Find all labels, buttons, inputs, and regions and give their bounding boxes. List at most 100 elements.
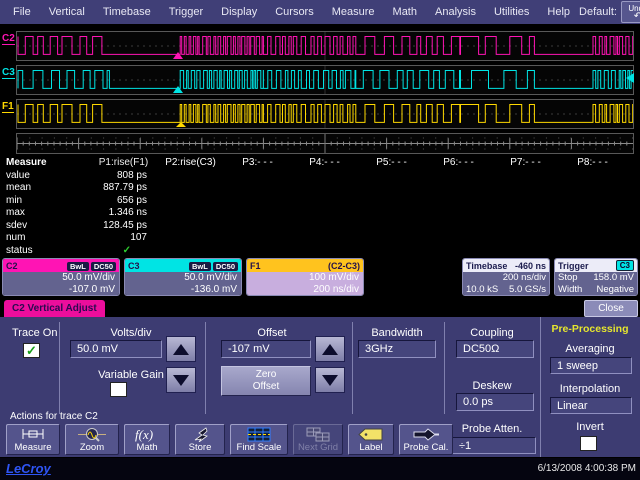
timebase-scale: 200 ns/div <box>466 272 546 284</box>
trace-on-checkbox[interactable]: ✓ <box>23 343 40 358</box>
measure-empty-cell <box>157 207 224 220</box>
measure-row-label: max <box>6 207 90 220</box>
averaging-field[interactable]: 1 sweep <box>550 357 632 374</box>
measure-p1-status: ✓ <box>90 245 157 258</box>
volts-div-field[interactable]: 50.0 mV <box>70 340 162 358</box>
f1-name: F1 <box>250 261 261 271</box>
menu-vertical[interactable]: Vertical <box>40 6 94 18</box>
volts-div-increase-button[interactable] <box>166 336 196 362</box>
menu-trigger[interactable]: Trigger <box>160 6 212 18</box>
measure-empty-cell <box>559 232 626 245</box>
measure-button[interactable]: Measure <box>6 424 60 455</box>
coupling-field[interactable]: DC50Ω <box>456 340 534 358</box>
measure-col-header-p3: P3:- - - <box>224 157 291 170</box>
c2-header: C2 BwLDC50 <box>3 259 119 272</box>
interpolation-field[interactable]: Linear <box>550 397 632 414</box>
invert-checkbox[interactable] <box>580 436 597 451</box>
channel-descriptor-c2[interactable]: C2 BwLDC50 50.0 mV/div -107.0 mV <box>2 258 120 296</box>
waveform-strip-c2[interactable] <box>16 31 634 61</box>
measure-empty-cell <box>559 195 626 208</box>
deskew-field[interactable]: 0.0 ps <box>456 393 534 411</box>
f1-body: 100 mV/div 200 ns/div <box>247 272 363 295</box>
measure-empty-cell <box>358 195 425 208</box>
c2-badge-dc50: DC50 <box>91 262 116 271</box>
menu-display[interactable]: Display <box>212 6 266 18</box>
channel-descriptor-c3[interactable]: C3 BwLDC50 50.0 mV/div -136.0 mV <box>124 258 242 296</box>
menu-analysis[interactable]: Analysis <box>426 6 485 18</box>
channel-label-f1: F1 <box>2 102 14 113</box>
trace-descriptor-f1[interactable]: F1 (C2-C3) 100 mV/div 200 ns/div <box>246 258 364 296</box>
probe-atten-field[interactable]: ÷1 <box>452 437 536 454</box>
menu-cursors[interactable]: Cursors <box>266 6 323 18</box>
trigger-level-marker-icon[interactable] <box>626 73 634 83</box>
menu-math[interactable]: Math <box>384 6 426 18</box>
trigger-title: Trigger <box>558 261 589 271</box>
menu-timebase[interactable]: Timebase <box>94 6 160 18</box>
menu-file[interactable]: File <box>4 6 40 18</box>
offset-field[interactable]: -107 mV <box>221 340 311 358</box>
action-button-label: Probe Cal. <box>404 442 449 453</box>
c3-scale: 50.0 mV/div <box>129 272 237 284</box>
invert-label: Invert <box>542 421 638 433</box>
timebase-rate: 5.0 GS/s <box>509 284 546 296</box>
measure-col-header-p2: P2:rise(C3) <box>157 157 224 170</box>
find-scale-icon <box>247 426 271 442</box>
c3-name: C3 <box>128 261 140 271</box>
measure-empty-cell <box>425 195 492 208</box>
trigger-descriptor[interactable]: Trigger C3 Stop 158.0 mV Width Negative <box>554 258 638 296</box>
store-button[interactable]: Store <box>175 424 225 455</box>
trace-on-label: Trace On <box>12 327 57 339</box>
c2-offset: -107.0 mV <box>7 284 115 296</box>
tab-c2-vertical-adjust[interactable]: C2 Vertical Adjust <box>4 300 105 317</box>
measure-p1-sdev: 128.45 ps <box>90 220 157 233</box>
timebase-descriptor[interactable]: Timebase -460 ns 200 ns/div 10.0 kS 5.0 … <box>462 258 550 296</box>
zero-offset-button[interactable]: Zero Offset <box>221 366 311 396</box>
c3-offset: -136.0 mV <box>129 284 237 296</box>
trigger-type: Width <box>558 284 582 296</box>
f1-header: F1 (C2-C3) <box>247 259 363 272</box>
menu-help[interactable]: Help <box>538 6 579 18</box>
measure-col-header-p1: P1:rise(F1) <box>90 157 157 170</box>
up-arrow-icon <box>322 344 338 355</box>
math-button[interactable]: f(x)Math <box>124 424 170 455</box>
undo-button[interactable]: Undo ↶ <box>621 1 640 23</box>
measure-row-label: value <box>6 170 90 183</box>
find-scale-button[interactable]: Find Scale <box>230 424 288 455</box>
bandwidth-field[interactable]: 3GHz <box>358 340 436 358</box>
waveform-strip-f1[interactable] <box>16 99 634 129</box>
measure-empty-cell <box>358 232 425 245</box>
channel-label-c3: C3 <box>2 68 15 79</box>
trigger-time-marker-icon[interactable] <box>176 122 186 127</box>
offset-decrease-button[interactable] <box>315 367 345 393</box>
menu-measure[interactable]: Measure <box>323 6 384 18</box>
next-grid-button: Next Grid <box>293 424 343 455</box>
measure-row-label: mean <box>6 182 90 195</box>
variable-gain-checkbox[interactable] <box>110 382 127 397</box>
offset-increase-button[interactable] <box>315 336 345 362</box>
measure-row-label: min <box>6 195 90 208</box>
trigger-time-marker-icon[interactable] <box>173 52 183 59</box>
probe-cal-button[interactable]: Probe Cal. <box>399 424 453 455</box>
volts-div-decrease-button[interactable] <box>166 367 196 393</box>
next-grid-icon <box>306 426 330 442</box>
down-arrow-icon <box>322 375 338 386</box>
measure-empty-cell <box>425 232 492 245</box>
action-button-label: Store <box>189 442 212 453</box>
waveform-strip-c3[interactable] <box>16 65 634 95</box>
coupling-label: Coupling <box>448 327 536 339</box>
label-button[interactable]: Label <box>348 424 394 455</box>
measure-empty-cell <box>157 232 224 245</box>
c3-header: C3 BwLDC50 <box>125 259 241 272</box>
zoom-button[interactable]: Zoom <box>65 424 119 455</box>
default-label: Default: <box>579 6 617 18</box>
menu-utilities[interactable]: Utilities <box>485 6 538 18</box>
close-button[interactable]: Close <box>584 300 638 317</box>
measure-empty-cell <box>291 220 358 233</box>
trigger-time-marker-icon[interactable] <box>173 86 183 93</box>
measure-empty-cell <box>157 220 224 233</box>
zero-offset-label: Zero Offset <box>244 369 288 393</box>
timebase-title: Timebase <box>466 261 507 271</box>
math-icon: f(x) <box>133 426 161 442</box>
c3-body: 50.0 mV/div -136.0 mV <box>125 272 241 295</box>
f1-timebase: 200 ns/div <box>251 284 359 296</box>
